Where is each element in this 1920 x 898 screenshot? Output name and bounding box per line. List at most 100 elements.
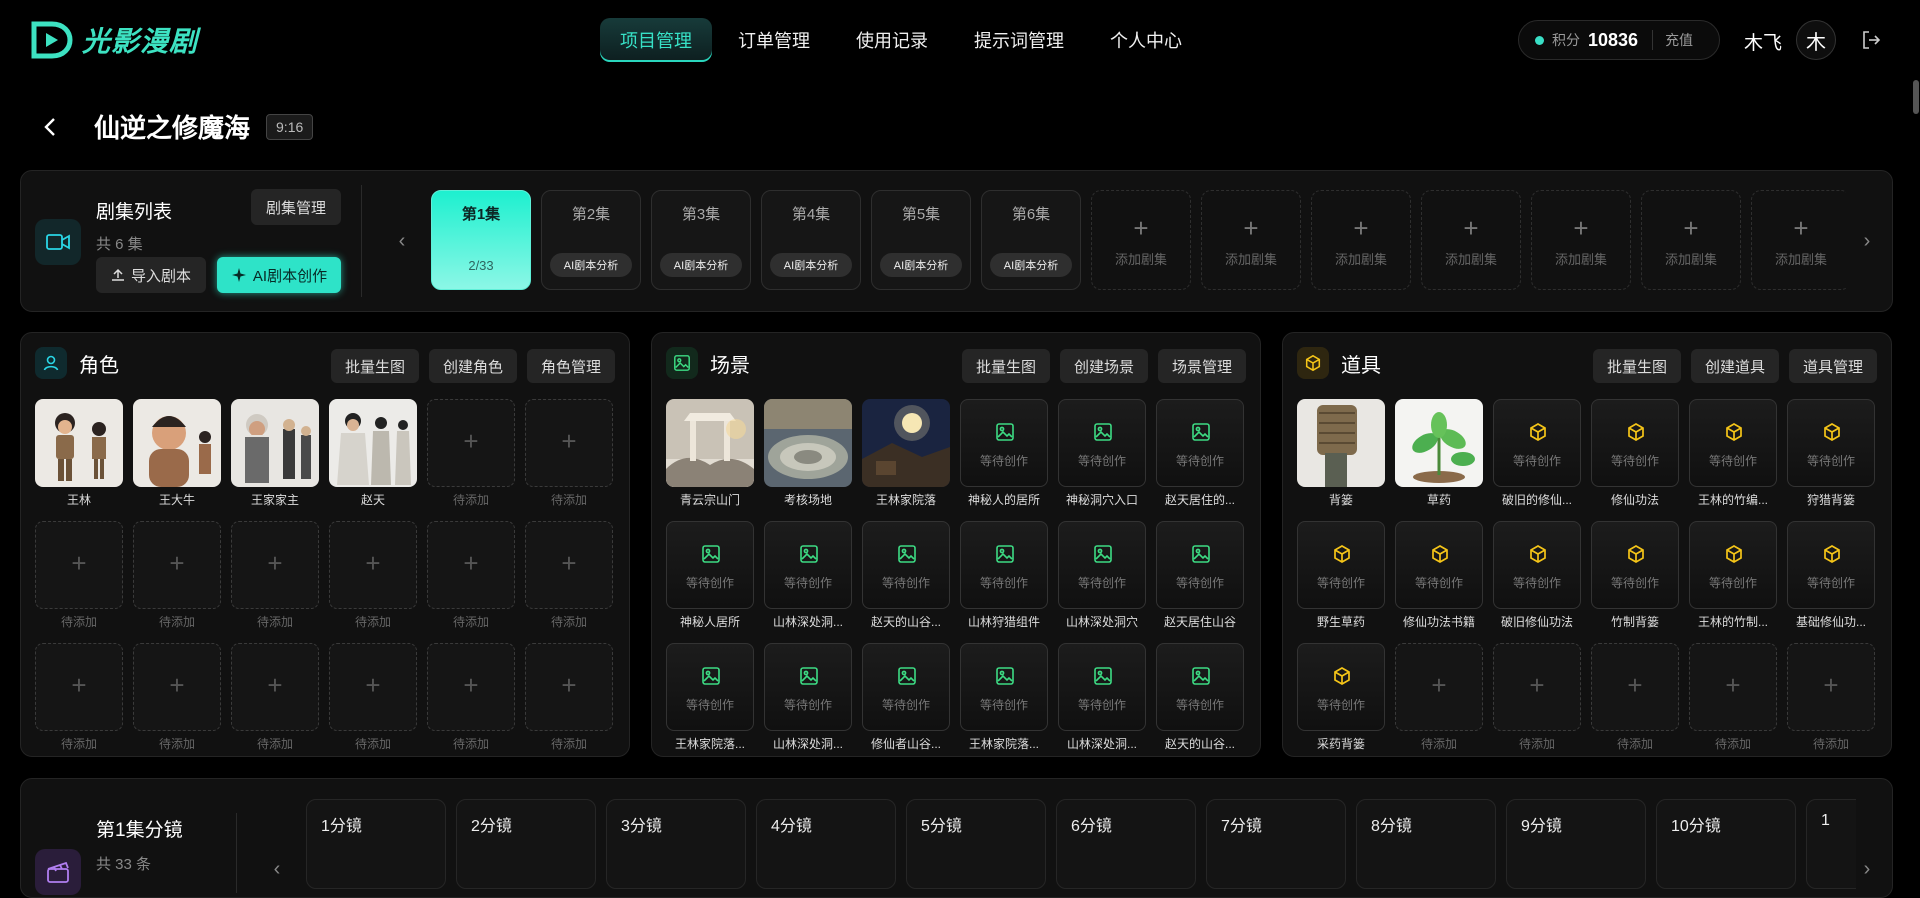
role-card[interactable]: 王林 — [35, 399, 123, 511]
storyboard-shot[interactable]: 3分镜 — [606, 799, 746, 889]
nav-item-prompts[interactable]: 提示词管理 — [954, 18, 1084, 62]
scene-card[interactable]: 等待创作 山林深处洞穴 — [1058, 521, 1146, 633]
add-slot[interactable] — [1787, 643, 1875, 731]
add-slot[interactable] — [133, 521, 221, 609]
add-slot[interactable] — [1395, 643, 1483, 731]
ai-analysis-button[interactable]: AI剧本分析 — [660, 253, 742, 277]
prop-card[interactable]: 草药 — [1395, 399, 1483, 511]
storyboard-next-arrow-icon[interactable]: › — [1857, 858, 1877, 880]
placeholder[interactable]: 等待创作 — [1058, 399, 1146, 487]
add-slot[interactable] — [133, 643, 221, 731]
placeholder[interactable]: 等待创作 — [1787, 399, 1875, 487]
nav-item-profile[interactable]: 个人中心 — [1090, 18, 1202, 62]
add-slot[interactable] — [1493, 643, 1581, 731]
placeholder[interactable]: 等待创作 — [1493, 399, 1581, 487]
placeholder[interactable]: 等待创作 — [764, 521, 852, 609]
role-card[interactable]: 待添加 — [525, 643, 613, 755]
placeholder[interactable]: 等待创作 — [1297, 521, 1385, 609]
recharge-button[interactable]: 充值 — [1665, 30, 1693, 50]
scene-card[interactable]: 王林家院落 — [862, 399, 950, 511]
add-slot[interactable] — [427, 399, 515, 487]
episode-manage-button[interactable]: 剧集管理 — [251, 189, 341, 225]
placeholder[interactable]: 等待创作 — [1156, 521, 1244, 609]
episode-card[interactable]: 第5集 AI剧本分析 — [871, 190, 971, 290]
placeholder[interactable]: 等待创作 — [764, 643, 852, 731]
scene-card[interactable]: 等待创作 赵天居住的... — [1156, 399, 1244, 511]
prop-card[interactable]: 等待创作 王林的竹制... — [1689, 521, 1777, 633]
add-slot[interactable] — [427, 521, 515, 609]
role-card[interactable]: 王家家主 — [231, 399, 319, 511]
prop-card[interactable]: 等待创作 狩猎背篓 — [1787, 399, 1875, 511]
placeholder[interactable]: 等待创作 — [862, 521, 950, 609]
placeholder[interactable]: 等待创作 — [1591, 399, 1679, 487]
episode-card[interactable]: 第3集 AI剧本分析 — [651, 190, 751, 290]
storyboard-shot[interactable]: 4分镜 — [756, 799, 896, 889]
prop-card[interactable]: 等待创作 基础修仙功... — [1787, 521, 1875, 633]
placeholder[interactable]: 等待创作 — [960, 643, 1048, 731]
add-episode-button[interactable]: + 添加剧集 — [1421, 190, 1521, 290]
placeholder[interactable]: 等待创作 — [1156, 643, 1244, 731]
page-scrollbar[interactable] — [1913, 80, 1919, 114]
episode-card[interactable]: 第1集 2/33 — [431, 190, 531, 290]
create-role-button[interactable]: 创建角色 — [428, 349, 517, 383]
prop-card[interactable]: 等待创作 修仙功法书籍 — [1395, 521, 1483, 633]
batch-generate-button[interactable]: 批量生图 — [330, 349, 419, 383]
placeholder[interactable]: 等待创作 — [862, 643, 950, 731]
episode-card[interactable]: 第4集 AI剧本分析 — [761, 190, 861, 290]
logo[interactable]: 光影漫剧 — [30, 20, 198, 60]
prop-card[interactable]: 背篓 — [1297, 399, 1385, 511]
role-card[interactable]: 待添加 — [329, 643, 417, 755]
storyboard-shot[interactable]: 10分镜 — [1656, 799, 1796, 889]
add-slot[interactable] — [525, 643, 613, 731]
placeholder[interactable]: 等待创作 — [666, 521, 754, 609]
storyboard-prev-arrow-icon[interactable]: ‹ — [267, 858, 287, 880]
back-arrow-icon[interactable] — [40, 115, 60, 139]
role-card[interactable]: 待添加 — [427, 399, 515, 511]
add-episode-button[interactable]: + 添加剧集 — [1641, 190, 1741, 290]
prop-card[interactable]: 等待创作 竹制背篓 — [1591, 521, 1679, 633]
role-manage-button[interactable]: 角色管理 — [526, 349, 615, 383]
scene-card[interactable]: 等待创作 山林深处洞... — [1058, 643, 1146, 755]
role-card[interactable]: 待添加 — [231, 521, 319, 633]
scene-card[interactable]: 等待创作 神秘人的居所 — [960, 399, 1048, 511]
nav-item-usage[interactable]: 使用记录 — [836, 18, 948, 62]
role-card[interactable]: 待添加 — [525, 521, 613, 633]
nav-item-projects[interactable]: 项目管理 — [600, 18, 712, 62]
create-prop-button[interactable]: 创建道具 — [1690, 349, 1779, 383]
placeholder[interactable]: 等待创作 — [960, 521, 1048, 609]
episodes-prev-arrow-icon[interactable]: ‹ — [392, 230, 412, 252]
placeholder[interactable]: 等待创作 — [1493, 521, 1581, 609]
placeholder[interactable]: 等待创作 — [1058, 521, 1146, 609]
placeholder[interactable]: 等待创作 — [1297, 643, 1385, 731]
prop-card[interactable]: 待添加 — [1493, 643, 1581, 755]
add-slot[interactable] — [231, 643, 319, 731]
add-slot[interactable] — [1591, 643, 1679, 731]
prop-card[interactable]: 待添加 — [1395, 643, 1483, 755]
add-slot[interactable] — [525, 399, 613, 487]
placeholder[interactable]: 等待创作 — [1591, 521, 1679, 609]
placeholder[interactable]: 等待创作 — [1058, 643, 1146, 731]
add-slot[interactable] — [427, 643, 515, 731]
scene-card[interactable]: 等待创作 神秘洞穴入口 — [1058, 399, 1146, 511]
add-slot[interactable] — [35, 521, 123, 609]
create-scene-button[interactable]: 创建场景 — [1059, 349, 1148, 383]
add-episode-button[interactable]: + 添加剧集 — [1311, 190, 1411, 290]
placeholder[interactable]: 等待创作 — [1689, 521, 1777, 609]
storyboard-shot[interactable]: 1分镜 — [306, 799, 446, 889]
ai-script-button[interactable]: AI剧本创作 — [217, 257, 341, 293]
episodes-next-arrow-icon[interactable]: › — [1857, 230, 1877, 252]
prop-card[interactable]: 待添加 — [1787, 643, 1875, 755]
role-card[interactable]: 待添加 — [525, 399, 613, 511]
storyboard-shot[interactable]: 6分镜 — [1056, 799, 1196, 889]
storyboard-shot[interactable]: 2分镜 — [456, 799, 596, 889]
add-episode-button[interactable]: + 添加剧集 — [1201, 190, 1301, 290]
scene-card[interactable]: 等待创作 山林深处洞... — [764, 643, 852, 755]
scene-card[interactable]: 等待创作 赵天的山谷... — [862, 521, 950, 633]
placeholder[interactable]: 等待创作 — [1395, 521, 1483, 609]
add-episode-button[interactable]: + 添加剧集 — [1531, 190, 1631, 290]
episode-card[interactable]: 第2集 AI剧本分析 — [541, 190, 641, 290]
role-card[interactable]: 待添加 — [133, 521, 221, 633]
scene-card[interactable]: 等待创作 王林家院落... — [960, 643, 1048, 755]
scene-card[interactable]: 等待创作 王林家院落... — [666, 643, 754, 755]
prop-card[interactable]: 等待创作 采药背篓 — [1297, 643, 1385, 755]
